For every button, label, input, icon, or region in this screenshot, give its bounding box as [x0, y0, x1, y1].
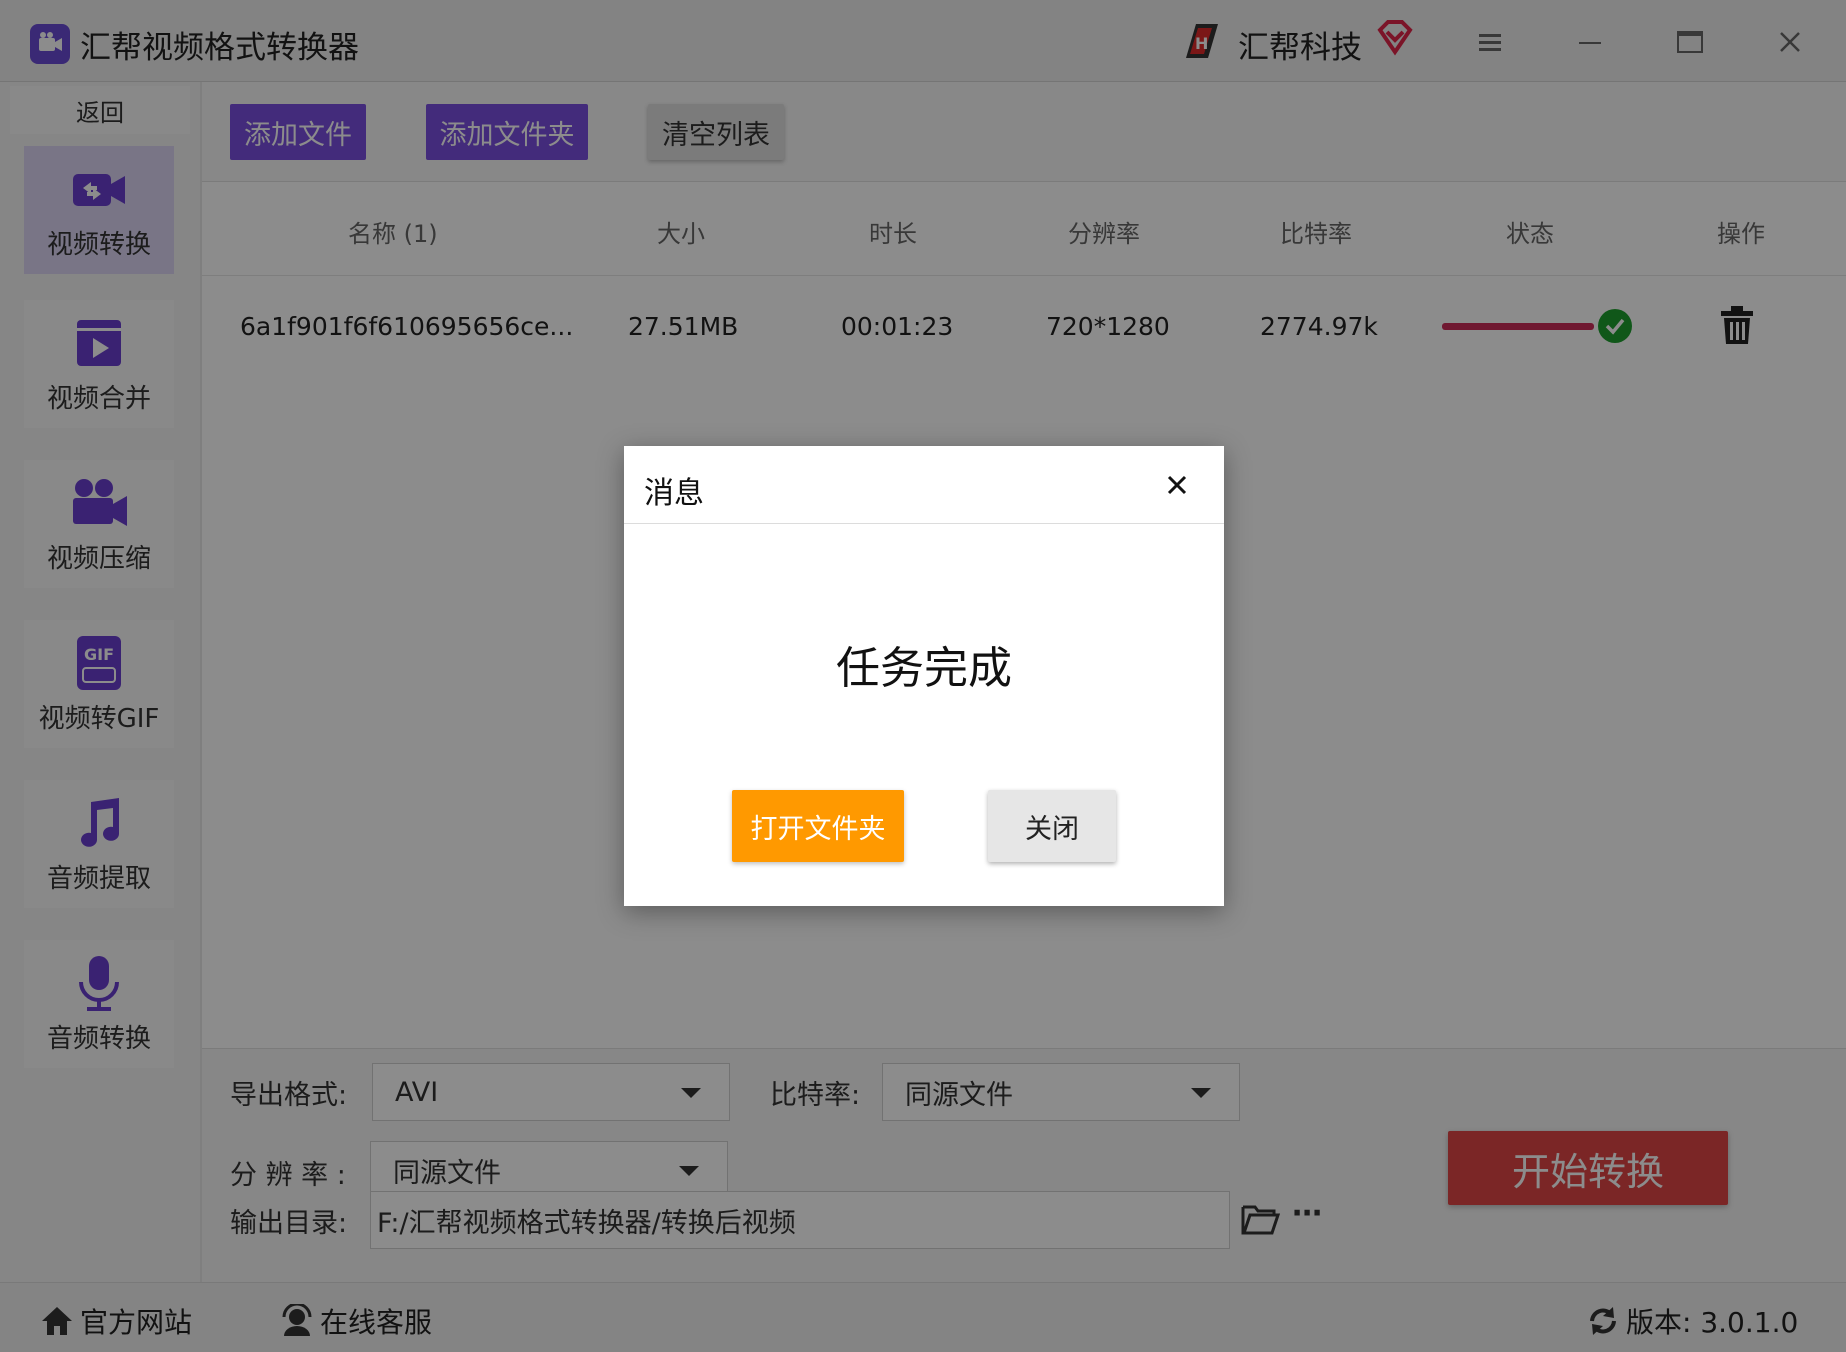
close-button[interactable]: 关闭	[988, 790, 1116, 862]
dialog-title: 消息	[644, 476, 704, 511]
open-folder-button[interactable]: 打开文件夹	[732, 790, 904, 862]
dialog-message: 任务完成	[836, 643, 1012, 694]
dialog-header: 消息	[624, 446, 1224, 524]
close-icon[interactable]	[1160, 468, 1194, 502]
message-dialog: 消息 任务完成 打开文件夹 关闭	[624, 446, 1224, 906]
